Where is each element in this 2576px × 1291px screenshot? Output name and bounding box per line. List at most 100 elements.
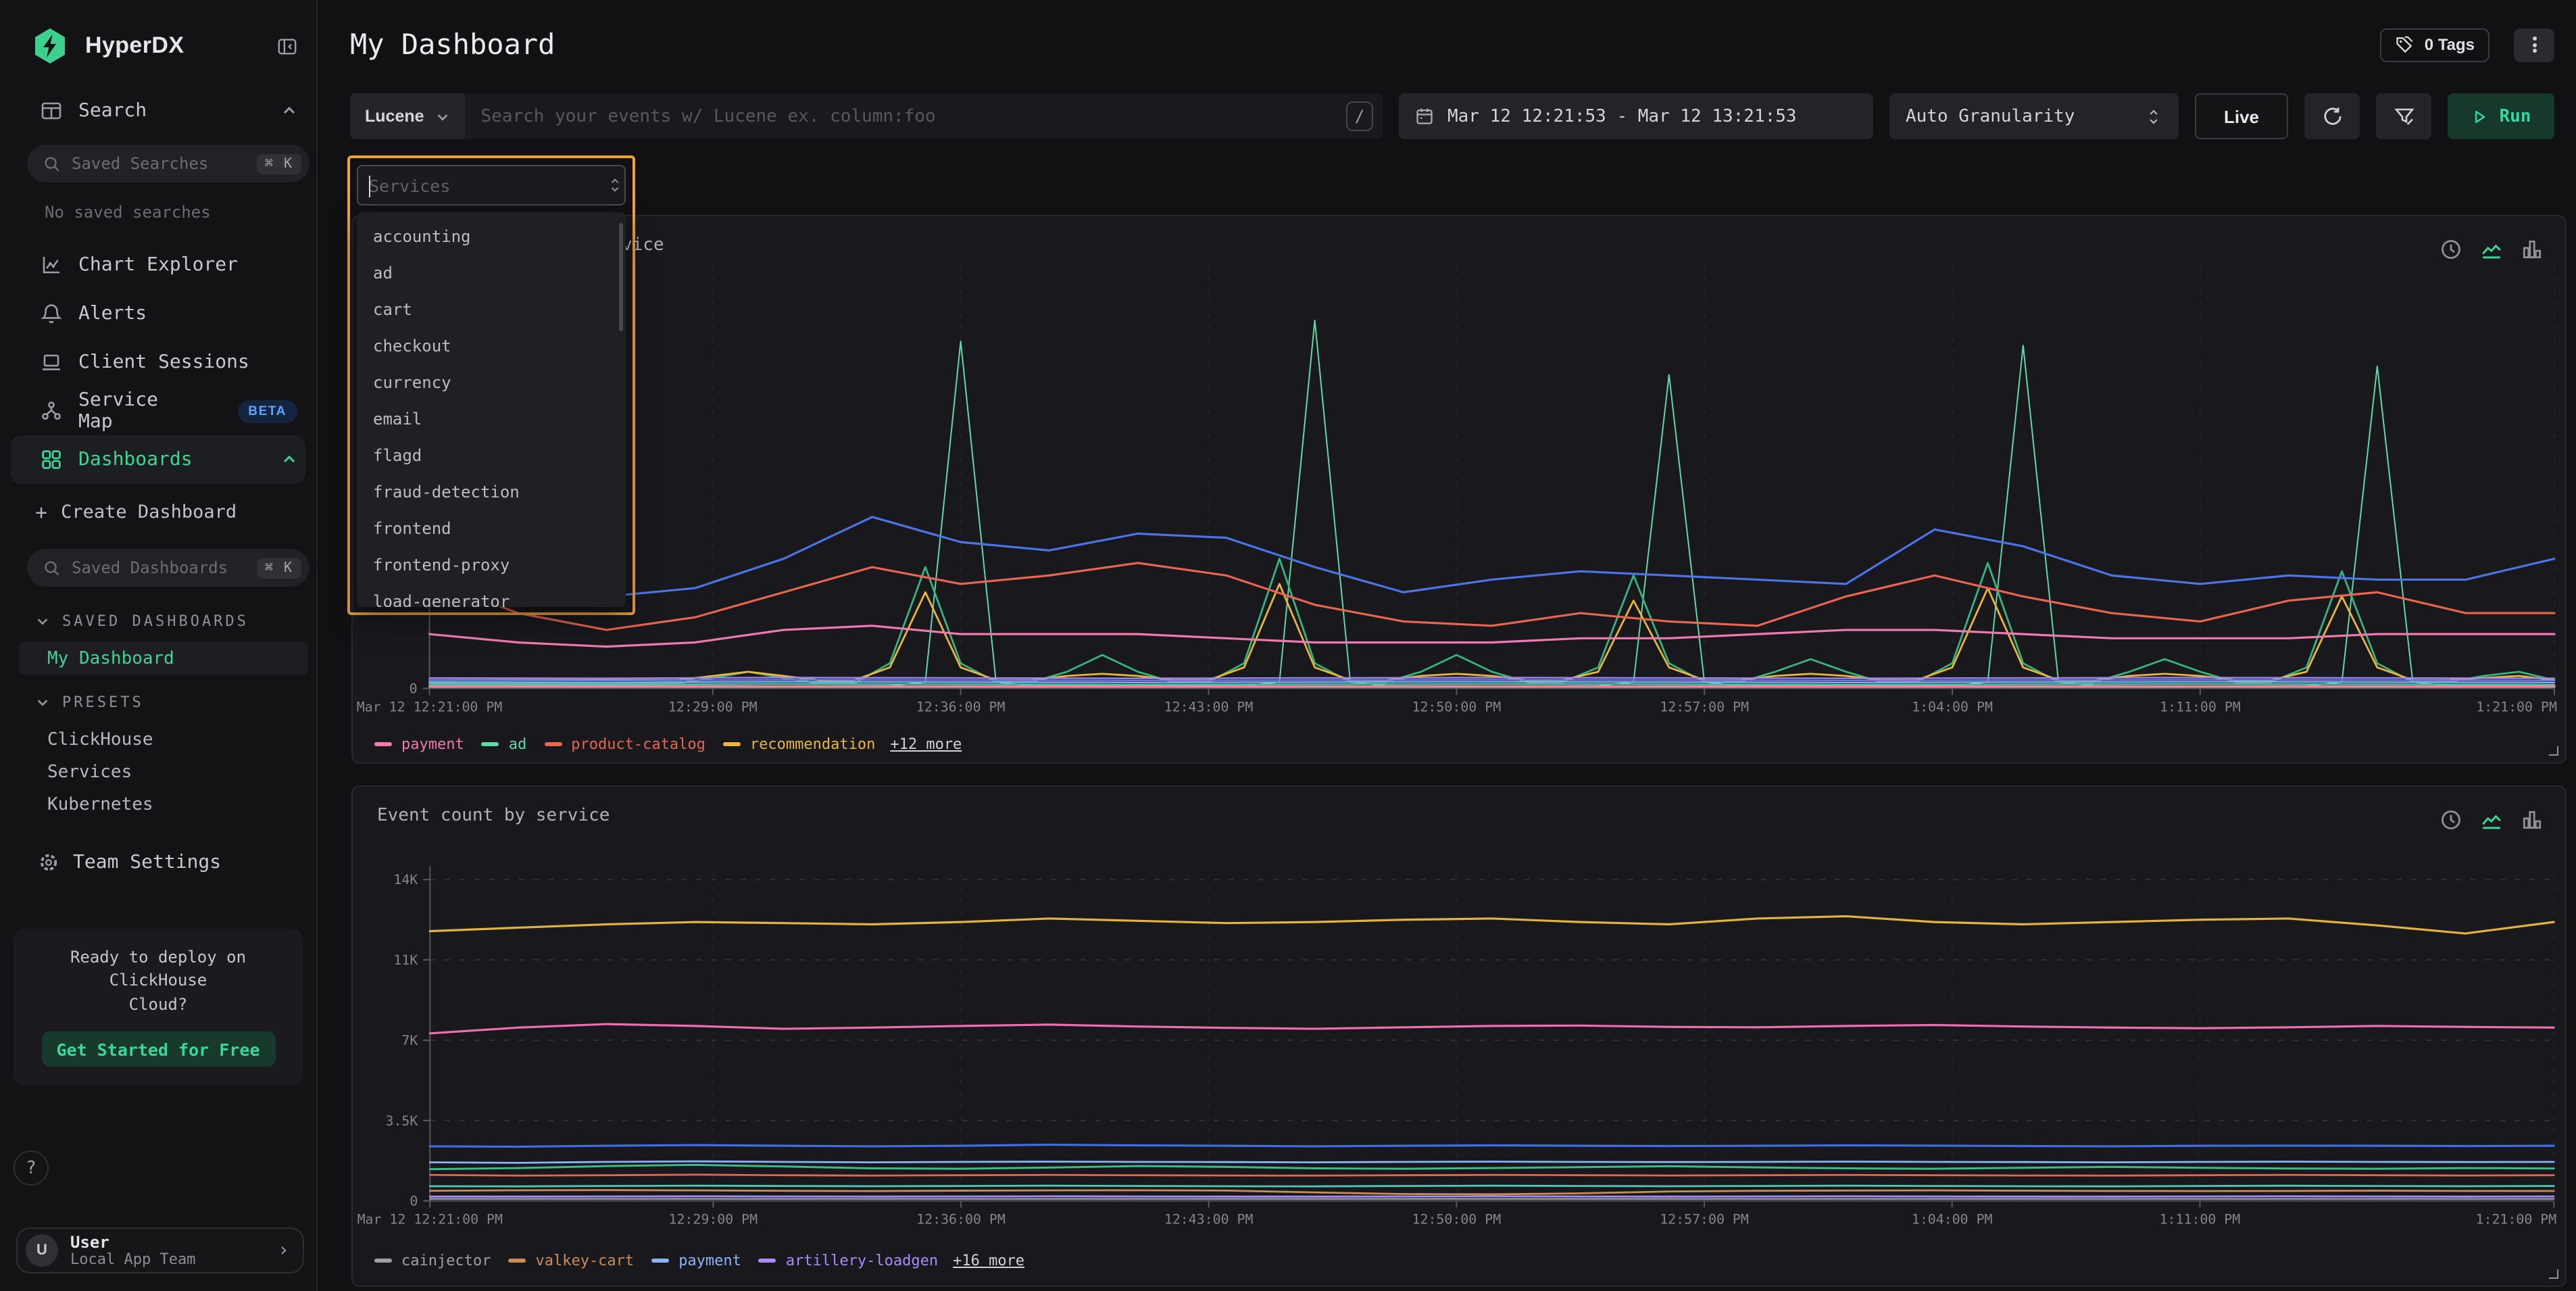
svg-text:12:43:00 PM: 12:43:00 PM [1164, 1211, 1254, 1227]
service-option-checkout[interactable]: checkout [357, 327, 626, 364]
service-option-cart[interactable]: cart [357, 291, 626, 327]
legend-label: recommendation [750, 735, 875, 753]
sidebar-item-services[interactable]: Services [0, 756, 316, 788]
tag-icon [2395, 35, 2414, 54]
chart-legend: payment ad product-catalog recommendation +1… [374, 735, 962, 753]
legend-label: payment [678, 1252, 741, 1269]
search-icon [43, 559, 61, 577]
services-filter-input[interactable] [358, 175, 607, 195]
sidebar-item-team-settings[interactable]: Team Settings [38, 841, 316, 884]
filter-button[interactable] [2376, 93, 2431, 139]
tags-button[interactable]: 0 Tags [2380, 28, 2490, 62]
sidebar-collapse-icon[interactable] [277, 36, 297, 56]
legend-item-payment[interactable]: payment [374, 735, 464, 753]
legend-item-recommendation[interactable]: recommendation [723, 735, 875, 753]
sidebar-item-alerts[interactable]: Alerts [0, 289, 316, 338]
panel-resize-handle[interactable] [2549, 1269, 2558, 1279]
service-option-load-generator[interactable]: load-generator [357, 583, 626, 607]
run-button[interactable]: Run [2448, 93, 2554, 139]
sidebar-item-clickhouse[interactable]: ClickHouse [0, 723, 316, 756]
search-table-icon [41, 100, 62, 122]
live-button[interactable]: Live [2195, 93, 2288, 139]
legend-more-link[interactable]: +16 more [953, 1252, 1024, 1269]
legend-item-ad[interactable]: ad [482, 735, 527, 753]
legend-item-artillery-loadgen[interactable]: artillery-loadgen [759, 1252, 938, 1269]
user-menu[interactable]: U User Local App Team › [16, 1227, 304, 1273]
service-option-fraud-detection[interactable]: fraud-detection [357, 473, 626, 510]
sidebar-item-my-dashboard[interactable]: My Dashboard [19, 642, 308, 675]
section-presets[interactable]: PRESETS [35, 693, 316, 711]
svg-text:1:21:00 PM: 1:21:00 PM [2476, 699, 2557, 714]
chevron-updown-icon [2145, 106, 2162, 126]
service-option-frontend[interactable]: frontend [357, 510, 626, 546]
svg-text:3.5K: 3.5K [385, 1113, 418, 1129]
legend-more-link[interactable]: +12 more [890, 735, 962, 753]
refresh-button[interactable] [2304, 93, 2360, 139]
svg-text:12:50:00 PM: 12:50:00 PM [1412, 699, 1501, 714]
section-saved-dashboards[interactable]: SAVED DASHBOARDS [35, 612, 316, 630]
services-options-list: accountingadcartcheckoutcurrencyemailfla… [357, 212, 626, 607]
service-map-icon [41, 400, 62, 422]
chevron-up-icon[interactable] [281, 103, 297, 119]
clickhouse-cloud-promo: Ready to deploy on ClickHouse Cloud? Get… [14, 929, 303, 1086]
beta-badge: BETA [237, 399, 297, 422]
chevron-updown-icon [607, 176, 623, 195]
legend-item-cainjector[interactable]: cainjector [374, 1252, 491, 1269]
service-option-currency[interactable]: currency [357, 364, 626, 400]
chevron-up-icon[interactable] [281, 452, 297, 468]
svg-text:1:04:00 PM: 1:04:00 PM [1912, 699, 1993, 714]
sidebar-item-dashboards[interactable]: Dashboards [11, 435, 305, 484]
latency-chart-plot[interactable]: 0Mar 12 12:21:00 PM12:29:00 PM12:36:00 P… [353, 216, 2565, 762]
user-team: Local App Team [70, 1251, 195, 1268]
sidebar-item-client-sessions[interactable]: Client Sessions [0, 338, 316, 387]
saved-dashboards-input[interactable]: Saved Dashboards ⌘ K [27, 549, 309, 587]
sidebar-item-label: Client Sessions [78, 351, 249, 373]
sidebar-item-service-map[interactable]: Service Map BETA [0, 387, 316, 435]
sidebar-item-kubernetes[interactable]: Kubernetes [0, 788, 316, 821]
event-count-chart-plot[interactable]: 14K11K7K3.5K0Mar 12 12:21:00 PM12:29:00 … [353, 787, 2565, 1286]
legend-dash-icon [544, 743, 562, 746]
search-toolbar: Lucene / Mar 12 12:21:53 - Mar 12 13:21:… [350, 93, 2554, 139]
services-filter-input-wrap [357, 165, 626, 205]
run-label: Run [2500, 106, 2531, 126]
date-range-picker[interactable]: Mar 12 12:21:53 - Mar 12 13:21:53 [1399, 93, 1873, 139]
sidebar-item-search[interactable]: Search [41, 100, 297, 122]
legend-item-payment[interactable]: payment [651, 1252, 741, 1269]
event-search-bar: Lucene / [350, 93, 1383, 139]
event-search-input[interactable] [465, 93, 1346, 139]
svg-text:12:29:00 PM: 12:29:00 PM [668, 699, 758, 714]
chart-legend: cainjector valkey-cart payment artillery-lo… [374, 1252, 1024, 1269]
sidebar-item-label: Alerts [78, 303, 147, 324]
legend-dash-icon [508, 1259, 526, 1263]
legend-item-product-catalog[interactable]: product-catalog [544, 735, 705, 753]
service-option-accounting[interactable]: accounting [357, 218, 626, 254]
cmd-k-kbd: ⌘ K [257, 153, 301, 174]
service-option-email[interactable]: email [357, 400, 626, 437]
cmd-k-kbd: ⌘ K [257, 558, 301, 578]
dashboard-menu-button[interactable] [2514, 28, 2554, 62]
svg-text:12:29:00 PM: 12:29:00 PM [669, 1211, 758, 1227]
live-label: Live [2224, 106, 2259, 126]
svg-text:11K: 11K [393, 952, 418, 968]
help-button[interactable]: ? [14, 1150, 49, 1186]
create-dashboard-button[interactable]: + Create Dashboard [35, 495, 316, 530]
svg-text:0: 0 [410, 681, 418, 697]
service-option-frontend-proxy[interactable]: frontend-proxy [357, 546, 626, 583]
legend-label: artillery-loadgen [786, 1252, 938, 1269]
chart-panel-event-count: Event count by service 14K11K7K3.5K0Mar … [351, 785, 2567, 1287]
svg-text:12:57:00 PM: 12:57:00 PM [1660, 699, 1749, 714]
service-option-flagd[interactable]: flagd [357, 437, 626, 473]
query-language-select[interactable]: Lucene [350, 93, 465, 139]
granularity-select[interactable]: Auto Granularity [1889, 93, 2179, 139]
get-started-button[interactable]: Get Started for Free [41, 1031, 275, 1067]
saved-searches-input[interactable]: Saved Searches ⌘ K [27, 145, 309, 182]
legend-item-valkey-cart[interactable]: valkey-cart [508, 1252, 634, 1269]
chevron-right-icon: › [278, 1240, 289, 1261]
panel-resize-handle[interactable] [2549, 746, 2558, 756]
service-option-ad[interactable]: ad [357, 254, 626, 291]
svg-text:1:21:00 PM: 1:21:00 PM [2476, 1211, 2557, 1227]
scrollbar-thumb[interactable] [619, 223, 623, 331]
filter-edit-icon [2393, 105, 2414, 127]
svg-text:Mar 12 12:21:00 PM: Mar 12 12:21:00 PM [357, 1211, 503, 1227]
sidebar-item-chart-explorer[interactable]: Chart Explorer [0, 241, 316, 289]
